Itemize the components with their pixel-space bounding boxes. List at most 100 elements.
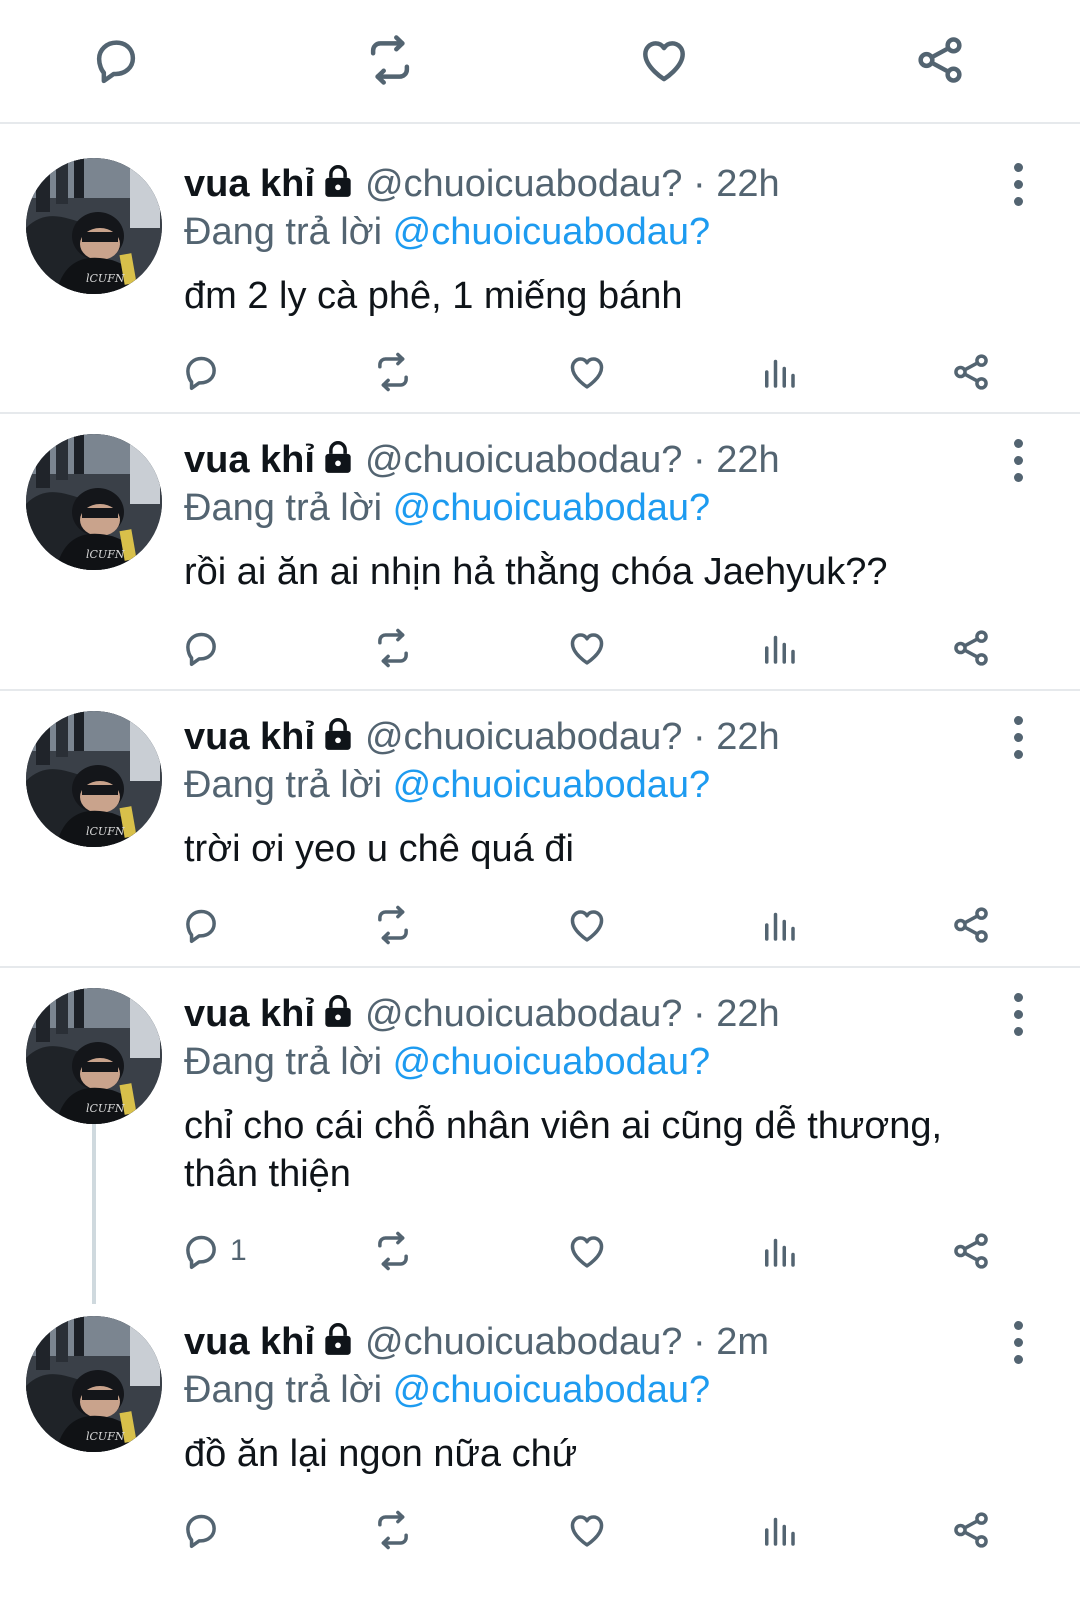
replying-mention[interactable]: @chuoicuabodau? xyxy=(393,1041,711,1083)
display-name[interactable]: vua khỉ xyxy=(184,436,315,484)
tweet-header: vua khỉ @chuoicuabodau? · 22h xyxy=(184,158,1000,206)
replying-to: Đang trả lời @chuoicuabodau? xyxy=(184,208,710,256)
share-button[interactable] xyxy=(950,1502,992,1558)
reply-icon xyxy=(180,627,222,669)
reply-icon xyxy=(180,1509,222,1551)
handle-time: @chuoicuabodau? · 22h xyxy=(364,163,780,205)
heart-icon xyxy=(566,904,608,946)
tweet-actions xyxy=(0,344,1080,400)
display-name[interactable]: vua khỉ xyxy=(184,1318,315,1366)
tweet[interactable]: vua khỉ @chuoicuabodau? · 22h Đang trả l… xyxy=(0,414,1080,691)
retweet-icon xyxy=(372,1509,414,1551)
handle-time: @chuoicuabodau? · 2m xyxy=(364,1321,769,1363)
retweet-icon[interactable] xyxy=(360,30,420,90)
more-options-icon[interactable] xyxy=(998,156,1038,212)
tweet-header: vua khỉ @chuoicuabodau? · 2m xyxy=(184,1316,1000,1364)
tweet-text: trời ơi yeo u chê quá đi xyxy=(184,828,574,870)
retweet-icon xyxy=(372,1230,414,1272)
share-icon[interactable] xyxy=(910,30,970,90)
replying-to: Đang trả lời @chuoicuabodau? xyxy=(184,484,710,532)
tweet[interactable]: vua khỉ @chuoicuabodau? · 22h Đang trả l… xyxy=(0,968,1080,1304)
avatar[interactable] xyxy=(26,158,162,294)
focused-tweet-action-bar xyxy=(0,0,1080,124)
like-button[interactable] xyxy=(566,1223,608,1279)
retweet-icon xyxy=(372,904,414,946)
replying-mention[interactable]: @chuoicuabodau? xyxy=(393,764,711,806)
share-button[interactable] xyxy=(950,897,992,953)
analytics-button[interactable] xyxy=(758,1502,800,1558)
analytics-button[interactable] xyxy=(758,1223,800,1279)
avatar[interactable] xyxy=(26,434,162,570)
lock-icon xyxy=(319,715,357,753)
retweet-icon xyxy=(372,627,414,669)
reply-icon xyxy=(180,351,222,393)
avatar[interactable] xyxy=(26,711,162,847)
lock-icon xyxy=(319,438,357,476)
replying-mention[interactable]: @chuoicuabodau? xyxy=(393,1369,711,1411)
tweet[interactable]: vua khỉ @chuoicuabodau? · 22h Đang trả l… xyxy=(0,691,1080,968)
analytics-button[interactable] xyxy=(758,620,800,676)
tweet-header: vua khỉ @chuoicuabodau? · 22h xyxy=(184,711,1000,759)
lock-icon xyxy=(319,992,357,1030)
reply-count: 1 xyxy=(230,1234,247,1267)
share-button[interactable] xyxy=(950,344,992,400)
analytics-icon xyxy=(758,1509,800,1551)
tweet[interactable]: vua khỉ @chuoicuabodau? · 2m Đang trả lờ… xyxy=(0,1298,1080,1605)
replying-mention[interactable]: @chuoicuabodau? xyxy=(393,487,711,529)
like-button[interactable] xyxy=(566,1502,608,1558)
replying-prefix: Đang trả lời xyxy=(184,487,393,529)
share-icon xyxy=(950,904,992,946)
analytics-icon xyxy=(758,351,800,393)
replying-mention[interactable]: @chuoicuabodau? xyxy=(393,211,711,253)
like-button[interactable] xyxy=(566,897,608,953)
tweet-text: đồ ăn lại ngon nữa chứ xyxy=(184,1433,578,1475)
like-button[interactable] xyxy=(566,620,608,676)
tweet-actions xyxy=(0,1502,1080,1558)
lock-icon xyxy=(319,1320,357,1358)
reply-button[interactable] xyxy=(180,1502,230,1558)
tweet-text: đm 2 ly cà phê, 1 miếng bánh xyxy=(184,275,683,317)
lock-icon xyxy=(319,162,357,200)
avatar[interactable] xyxy=(26,988,162,1124)
share-icon xyxy=(950,1509,992,1551)
share-button[interactable] xyxy=(950,1223,992,1279)
avatar[interactable] xyxy=(26,1316,162,1452)
like-button[interactable] xyxy=(566,344,608,400)
share-icon xyxy=(950,1230,992,1272)
analytics-button[interactable] xyxy=(758,344,800,400)
tweet-text: rồi ai ăn ai nhịn hả thằng chóa Jaehyuk?… xyxy=(184,551,888,593)
share-button[interactable] xyxy=(950,620,992,676)
replying-to: Đang trả lời @chuoicuabodau? xyxy=(184,761,710,809)
retweet-button[interactable] xyxy=(372,1502,414,1558)
reply-button[interactable] xyxy=(180,620,230,676)
heart-icon xyxy=(566,351,608,393)
share-icon xyxy=(950,351,992,393)
tweet-header: vua khỉ @chuoicuabodau? · 22h xyxy=(184,434,1000,482)
more-options-icon[interactable] xyxy=(998,432,1038,488)
replying-prefix: Đang trả lời xyxy=(184,1369,393,1411)
handle-time: @chuoicuabodau? · 22h xyxy=(364,716,780,758)
heart-icon[interactable] xyxy=(634,30,694,90)
more-options-icon[interactable] xyxy=(998,986,1038,1042)
tweet[interactable]: vua khỉ @chuoicuabodau? · 22h Đang trả l… xyxy=(0,124,1080,414)
reply-icon xyxy=(180,904,222,946)
tweet-text: chỉ cho cái chỗ nhân viên ai cũng dễ thư… xyxy=(184,1105,943,1195)
retweet-button[interactable] xyxy=(372,620,414,676)
replying-to: Đang trả lời @chuoicuabodau? xyxy=(184,1366,710,1414)
display-name[interactable]: vua khỉ xyxy=(184,713,315,761)
display-name[interactable]: vua khỉ xyxy=(184,990,315,1038)
analytics-icon xyxy=(758,1230,800,1272)
more-options-icon[interactable] xyxy=(998,1314,1038,1370)
display-name[interactable]: vua khỉ xyxy=(184,160,315,208)
more-options-icon[interactable] xyxy=(998,709,1038,765)
reply-button[interactable] xyxy=(180,344,230,400)
reply-button[interactable] xyxy=(180,897,230,953)
analytics-button[interactable] xyxy=(758,897,800,953)
retweet-button[interactable] xyxy=(372,897,414,953)
heart-icon xyxy=(566,1230,608,1272)
retweet-button[interactable] xyxy=(372,1223,414,1279)
reply-icon[interactable] xyxy=(86,30,146,90)
tweet-actions xyxy=(0,897,1080,953)
retweet-button[interactable] xyxy=(372,344,414,400)
reply-button[interactable]: 1 xyxy=(180,1223,247,1279)
